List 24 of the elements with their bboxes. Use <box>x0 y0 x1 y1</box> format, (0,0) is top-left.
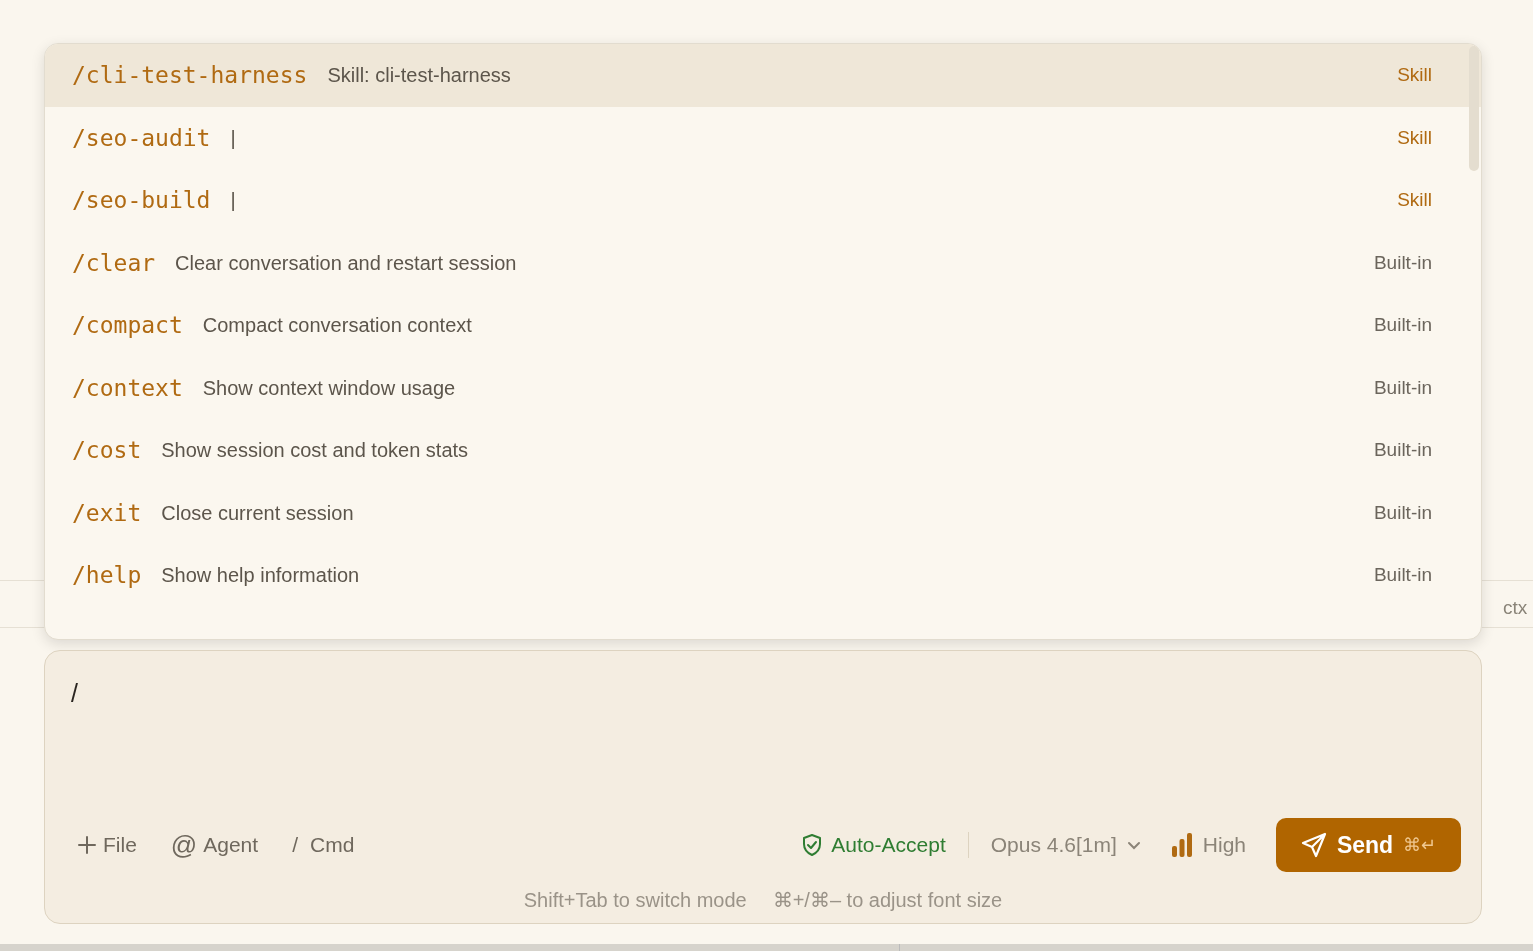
command-item[interactable]: /cli-test-harness Skill: cli-test-harness Skill <box>45 44 1481 107</box>
send-button[interactable]: Send ⌘↵ <box>1276 818 1461 872</box>
command-item[interactable]: /cost Show session cost and token stats Built-in <box>45 419 1481 482</box>
file-button[interactable]: File <box>77 829 137 861</box>
command-item[interactable]: /clear Clear conversation and restart session Built-in <box>45 231 1481 294</box>
signal-bars-icon <box>1170 832 1193 858</box>
command-item[interactable]: /seo-audit | Skill <box>45 106 1481 169</box>
plus-icon <box>77 835 97 855</box>
context-label: ctx <box>1503 596 1528 620</box>
shortcut-hint: ⌘+/⌘– to adjust font size <box>772 888 1003 913</box>
send-icon <box>1300 832 1327 858</box>
command-item[interactable]: /exit Close current session Built-in <box>45 481 1481 544</box>
cmd-button[interactable]: / Cmd <box>292 829 355 861</box>
scrollbar-thumb[interactable] <box>1469 46 1479 171</box>
shortcut-hint: Shift+Tab to switch mode <box>523 888 747 913</box>
command-item[interactable]: /compact Compact conversation context Built-in <box>45 294 1481 357</box>
agent-button[interactable]: @ Agent <box>170 829 259 861</box>
command-item[interactable]: /context Show context window usage Built-in <box>45 356 1481 419</box>
chevron-down-icon <box>1126 840 1141 850</box>
command-item[interactable]: /seo-build | Skill <box>45 169 1481 232</box>
input-field[interactable]: / <box>71 675 78 713</box>
auto-accept-toggle[interactable]: Auto-Accept <box>801 829 946 861</box>
command-item[interactable]: /help Show help information Built-in <box>45 544 1481 607</box>
shield-check-icon <box>801 833 824 857</box>
